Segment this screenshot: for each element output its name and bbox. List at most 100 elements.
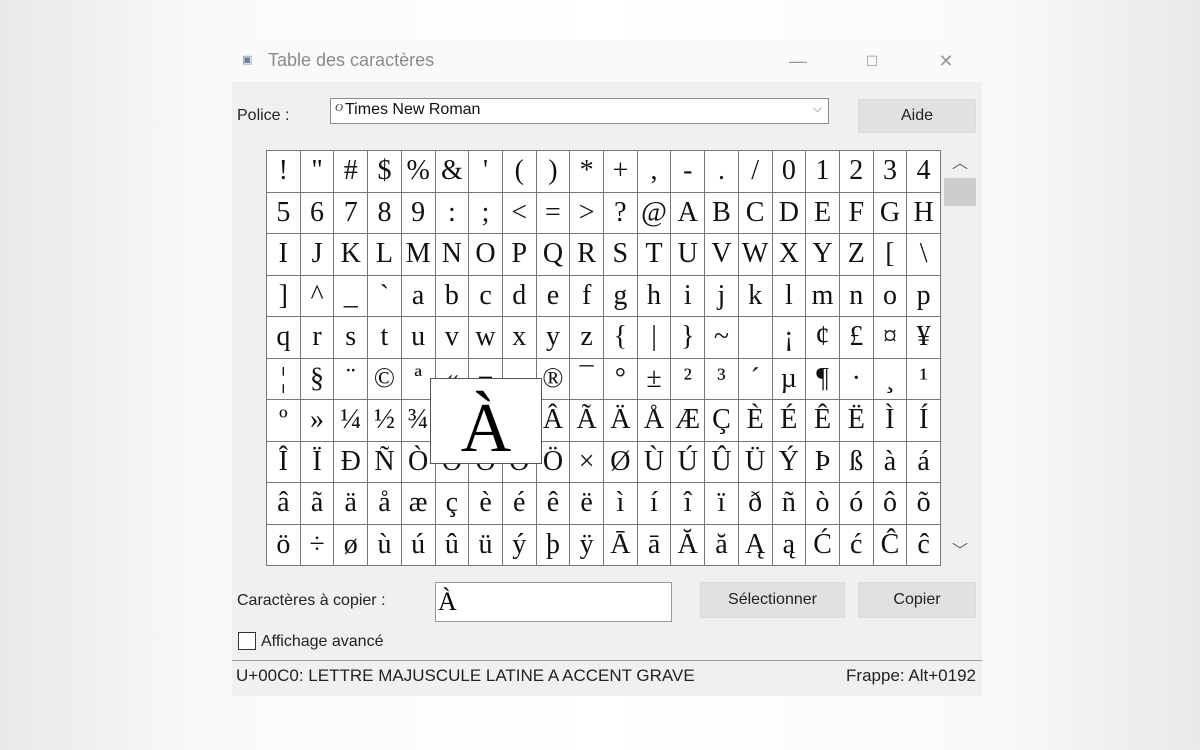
character-cell[interactable]: / bbox=[738, 151, 773, 193]
character-cell[interactable]: B bbox=[705, 192, 739, 234]
character-cell[interactable]: ă bbox=[705, 524, 739, 566]
character-cell[interactable]: ô bbox=[873, 483, 908, 525]
character-cell[interactable]: b bbox=[435, 275, 470, 317]
character-cell[interactable]: Y bbox=[806, 234, 840, 276]
character-cell[interactable]: þ bbox=[536, 524, 571, 566]
character-cell[interactable]: _ bbox=[334, 275, 369, 317]
character-cell[interactable]: Ì bbox=[873, 400, 908, 442]
character-cell[interactable]: ü bbox=[469, 524, 503, 566]
character-cell[interactable]: î bbox=[671, 483, 706, 525]
character-cell[interactable]: : bbox=[435, 192, 470, 234]
character-cell[interactable]: N bbox=[435, 234, 470, 276]
character-cell[interactable]: ¨ bbox=[334, 358, 369, 400]
character-cell[interactable]: 3 bbox=[873, 151, 908, 193]
character-cell[interactable]: { bbox=[604, 317, 638, 359]
minimize-button[interactable]: — bbox=[778, 46, 818, 76]
character-cell[interactable]: É bbox=[772, 400, 807, 442]
character-grid[interactable]: ! " # $% & '() * +, -./0 1 2 3 4 5 6 7 8 9:; < = >? @ A B C D E F G H… bbox=[266, 150, 941, 566]
character-cell[interactable]: ² bbox=[671, 358, 706, 400]
character-cell[interactable]: 1 bbox=[806, 151, 840, 193]
character-cell[interactable]: ¹ bbox=[907, 358, 941, 400]
character-cell[interactable]: l bbox=[772, 275, 807, 317]
character-cell[interactable]: ð bbox=[738, 483, 773, 525]
character-cell[interactable]: ± bbox=[637, 358, 672, 400]
character-cell[interactable]: ë bbox=[570, 483, 604, 525]
character-cell[interactable]: d bbox=[502, 275, 537, 317]
character-cell[interactable]: $ bbox=[368, 151, 402, 193]
character-cell[interactable]: ñ bbox=[772, 483, 807, 525]
character-cell[interactable]: D bbox=[772, 192, 807, 234]
help-button[interactable]: Aide bbox=[858, 99, 976, 133]
character-cell[interactable]: ) bbox=[536, 151, 571, 193]
character-cell[interactable]: s bbox=[334, 317, 369, 359]
character-cell[interactable]: · bbox=[839, 358, 874, 400]
character-cell[interactable]: J bbox=[300, 234, 335, 276]
character-cell[interactable]: H bbox=[907, 192, 941, 234]
character-cell[interactable]: ä bbox=[334, 483, 369, 525]
character-cell[interactable]: ¥ bbox=[907, 317, 941, 359]
character-cell[interactable]: | bbox=[637, 317, 672, 359]
character-cell[interactable]: Þ bbox=[806, 441, 840, 483]
character-cell[interactable]: k bbox=[738, 275, 773, 317]
character-cell[interactable]: Æ bbox=[671, 400, 706, 442]
character-cell[interactable]: I bbox=[267, 234, 301, 276]
character-cell[interactable]: Q bbox=[536, 234, 571, 276]
character-cell[interactable]: P bbox=[502, 234, 537, 276]
character-cell[interactable]: w bbox=[469, 317, 503, 359]
character-cell[interactable]: Ñ bbox=[368, 441, 402, 483]
character-cell[interactable]: é bbox=[502, 483, 537, 525]
copy-button[interactable]: Copier bbox=[858, 582, 976, 618]
character-cell[interactable]: © bbox=[368, 358, 402, 400]
character-cell[interactable]: ą bbox=[772, 524, 807, 566]
character-cell[interactable]: ¯ bbox=[570, 358, 604, 400]
character-cell[interactable]: g bbox=[604, 275, 638, 317]
character-cell[interactable]: ³ bbox=[705, 358, 739, 400]
character-cell[interactable]: ¶ bbox=[806, 358, 840, 400]
character-cell[interactable]: ú bbox=[401, 524, 436, 566]
character-cell[interactable]: M bbox=[401, 234, 436, 276]
character-cell[interactable]: < bbox=[502, 192, 537, 234]
character-cell[interactable]: ! bbox=[267, 151, 301, 193]
character-cell[interactable]: ê bbox=[536, 483, 571, 525]
character-cell[interactable]: Í bbox=[907, 400, 941, 442]
character-cell[interactable]: 2 bbox=[839, 151, 874, 193]
character-cell[interactable]: U bbox=[671, 234, 706, 276]
character-cell[interactable]: L bbox=[368, 234, 402, 276]
character-cell[interactable]: ; bbox=[469, 192, 503, 234]
character-cell[interactable]: Ą bbox=[738, 524, 773, 566]
character-cell[interactable]: 7 bbox=[334, 192, 369, 234]
font-select[interactable]: O Times New Roman ⌵ bbox=[330, 98, 829, 124]
character-cell[interactable]: µ bbox=[772, 358, 807, 400]
character-cell[interactable]: § bbox=[300, 358, 335, 400]
character-cell[interactable]: Û bbox=[705, 441, 739, 483]
character-cell[interactable]: K bbox=[334, 234, 369, 276]
character-cell[interactable]: ' bbox=[469, 151, 503, 193]
character-cell[interactable]: q bbox=[267, 317, 301, 359]
character-cell[interactable]: ç bbox=[435, 483, 470, 525]
character-cell[interactable]: * bbox=[570, 151, 604, 193]
character-cell[interactable]: È bbox=[738, 400, 773, 442]
character-cell[interactable]: Å bbox=[637, 400, 672, 442]
character-cell[interactable]: ] bbox=[267, 275, 301, 317]
characters-to-copy-input[interactable]: À bbox=[435, 582, 672, 622]
character-cell[interactable]: Ë bbox=[839, 400, 874, 442]
character-cell[interactable]: ò bbox=[806, 483, 840, 525]
scroll-thumb[interactable] bbox=[944, 178, 976, 206]
character-cell[interactable]: ¢ bbox=[806, 317, 840, 359]
character-cell[interactable]: R bbox=[570, 234, 604, 276]
character-cell[interactable]: ï bbox=[705, 483, 739, 525]
character-cell[interactable]: E bbox=[806, 192, 840, 234]
character-cell[interactable]: Ø bbox=[604, 441, 638, 483]
character-cell[interactable]: Ć bbox=[806, 524, 840, 566]
character-cell[interactable]: t bbox=[368, 317, 402, 359]
character-cell[interactable]: Ā bbox=[604, 524, 638, 566]
character-cell[interactable]: . bbox=[705, 151, 739, 193]
character-cell[interactable]: 5 bbox=[267, 192, 301, 234]
character-cell[interactable]: ¤ bbox=[873, 317, 908, 359]
character-cell[interactable]: ý bbox=[502, 524, 537, 566]
character-cell[interactable]: Ă bbox=[671, 524, 706, 566]
character-cell[interactable]: A bbox=[671, 192, 706, 234]
character-cell[interactable]: ~ bbox=[705, 317, 739, 359]
character-cell[interactable]: @ bbox=[637, 192, 672, 234]
character-cell[interactable]: Ü bbox=[738, 441, 773, 483]
